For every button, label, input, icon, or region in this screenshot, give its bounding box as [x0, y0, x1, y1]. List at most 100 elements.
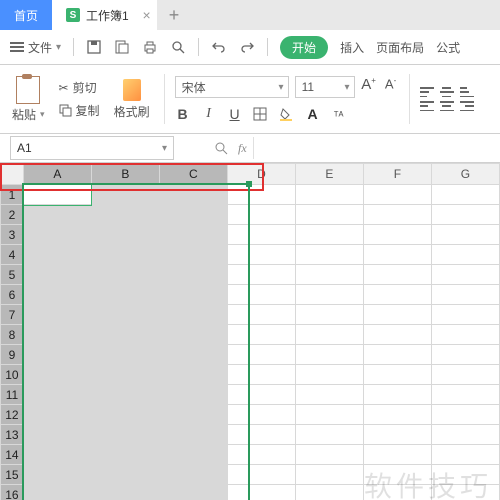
format-painter-button[interactable]: 格式刷	[110, 79, 154, 120]
cell-B8[interactable]	[91, 325, 159, 345]
cell-E6[interactable]	[295, 285, 363, 305]
italic-button[interactable]: I	[201, 106, 217, 122]
cell-G10[interactable]	[431, 365, 499, 385]
cell-B7[interactable]	[91, 305, 159, 325]
cell-A9[interactable]	[23, 345, 91, 365]
cell-C15[interactable]	[159, 465, 227, 485]
cell-A10[interactable]	[23, 365, 91, 385]
align-center-button[interactable]	[440, 101, 454, 111]
cell-A8[interactable]	[23, 325, 91, 345]
cell-A11[interactable]	[23, 385, 91, 405]
align-middle-button[interactable]	[440, 87, 454, 97]
cell-D11[interactable]	[227, 385, 295, 405]
cell-A16[interactable]	[23, 485, 91, 500]
row-header-16[interactable]: 16	[1, 485, 24, 500]
font-size-select[interactable]: 11	[295, 76, 355, 98]
cell-C11[interactable]	[159, 385, 227, 405]
row-header-12[interactable]: 12	[1, 405, 24, 425]
col-header-D[interactable]: D	[227, 164, 295, 185]
cell-F12[interactable]	[363, 405, 431, 425]
cell-F5[interactable]	[363, 265, 431, 285]
row-header-15[interactable]: 15	[1, 465, 24, 485]
cell-B1[interactable]	[91, 185, 159, 205]
cell-D4[interactable]	[227, 245, 295, 265]
row-header-1[interactable]: 1	[1, 185, 24, 205]
font-color-button[interactable]: A	[305, 106, 321, 122]
cell-A2[interactable]	[23, 205, 91, 225]
cell-D7[interactable]	[227, 305, 295, 325]
cell-G8[interactable]	[431, 325, 499, 345]
cell-G6[interactable]	[431, 285, 499, 305]
cell-E15[interactable]	[295, 465, 363, 485]
copy-button[interactable]: 复制	[59, 102, 100, 119]
cell-F13[interactable]	[363, 425, 431, 445]
cell-D9[interactable]	[227, 345, 295, 365]
preview-icon[interactable]	[170, 39, 186, 55]
cell-B3[interactable]	[91, 225, 159, 245]
increase-font-button[interactable]: A+	[361, 76, 377, 98]
row-header-4[interactable]: 4	[1, 245, 24, 265]
search-fx-icon[interactable]	[214, 141, 228, 155]
cell-D6[interactable]	[227, 285, 295, 305]
cell-B10[interactable]	[91, 365, 159, 385]
row-header-6[interactable]: 6	[1, 285, 24, 305]
undo-icon[interactable]	[211, 39, 227, 55]
formula-input[interactable]	[253, 137, 500, 159]
phonetic-button[interactable]: ᵀᴬ	[331, 106, 347, 122]
decrease-font-button[interactable]: A-	[383, 76, 399, 98]
col-header-G[interactable]: G	[431, 164, 499, 185]
cell-E12[interactable]	[295, 405, 363, 425]
cell-E16[interactable]	[295, 485, 363, 500]
cell-F16[interactable]	[363, 485, 431, 500]
cell-B13[interactable]	[91, 425, 159, 445]
cell-B5[interactable]	[91, 265, 159, 285]
col-header-F[interactable]: F	[363, 164, 431, 185]
cell-G14[interactable]	[431, 445, 499, 465]
row-header-3[interactable]: 3	[1, 225, 24, 245]
cell-D8[interactable]	[227, 325, 295, 345]
cell-E11[interactable]	[295, 385, 363, 405]
cell-B4[interactable]	[91, 245, 159, 265]
cell-C6[interactable]	[159, 285, 227, 305]
cell-D2[interactable]	[227, 205, 295, 225]
cell-G16[interactable]	[431, 485, 499, 500]
cell-G15[interactable]	[431, 465, 499, 485]
cell-D1[interactable]	[227, 185, 295, 205]
menu-formula[interactable]: 公式	[436, 39, 460, 56]
cell-A5[interactable]	[23, 265, 91, 285]
cell-F6[interactable]	[363, 285, 431, 305]
menu-pagelayout[interactable]: 页面布局	[376, 39, 424, 56]
cell-G4[interactable]	[431, 245, 499, 265]
cell-E4[interactable]	[295, 245, 363, 265]
cell-E8[interactable]	[295, 325, 363, 345]
cell-E10[interactable]	[295, 365, 363, 385]
cell-G2[interactable]	[431, 205, 499, 225]
cell-C2[interactable]	[159, 205, 227, 225]
align-top-button[interactable]	[420, 87, 434, 97]
cell-A12[interactable]	[23, 405, 91, 425]
cell-F10[interactable]	[363, 365, 431, 385]
name-box[interactable]: A1	[10, 136, 174, 160]
cell-D14[interactable]	[227, 445, 295, 465]
cell-F4[interactable]	[363, 245, 431, 265]
cell-E5[interactable]	[295, 265, 363, 285]
spreadsheet-grid[interactable]: ABCDEFG 1234567891011121314151617 软件技巧	[0, 163, 500, 500]
row-header-10[interactable]: 10	[1, 365, 24, 385]
cell-E14[interactable]	[295, 445, 363, 465]
cell-A1[interactable]	[23, 185, 91, 205]
tab-home[interactable]: 首页	[0, 0, 52, 30]
row-header-7[interactable]: 7	[1, 305, 24, 325]
col-header-C[interactable]: C	[159, 164, 227, 185]
row-header-11[interactable]: 11	[1, 385, 24, 405]
cell-C1[interactable]	[159, 185, 227, 205]
cell-G7[interactable]	[431, 305, 499, 325]
cell-F8[interactable]	[363, 325, 431, 345]
cell-F15[interactable]	[363, 465, 431, 485]
menu-insert[interactable]: 插入	[340, 39, 364, 56]
cut-button[interactable]: ✂ 剪切	[59, 79, 100, 96]
cell-F7[interactable]	[363, 305, 431, 325]
row-header-5[interactable]: 5	[1, 265, 24, 285]
cell-A7[interactable]	[23, 305, 91, 325]
cell-E7[interactable]	[295, 305, 363, 325]
paste-group[interactable]: 粘贴▾	[8, 76, 49, 123]
